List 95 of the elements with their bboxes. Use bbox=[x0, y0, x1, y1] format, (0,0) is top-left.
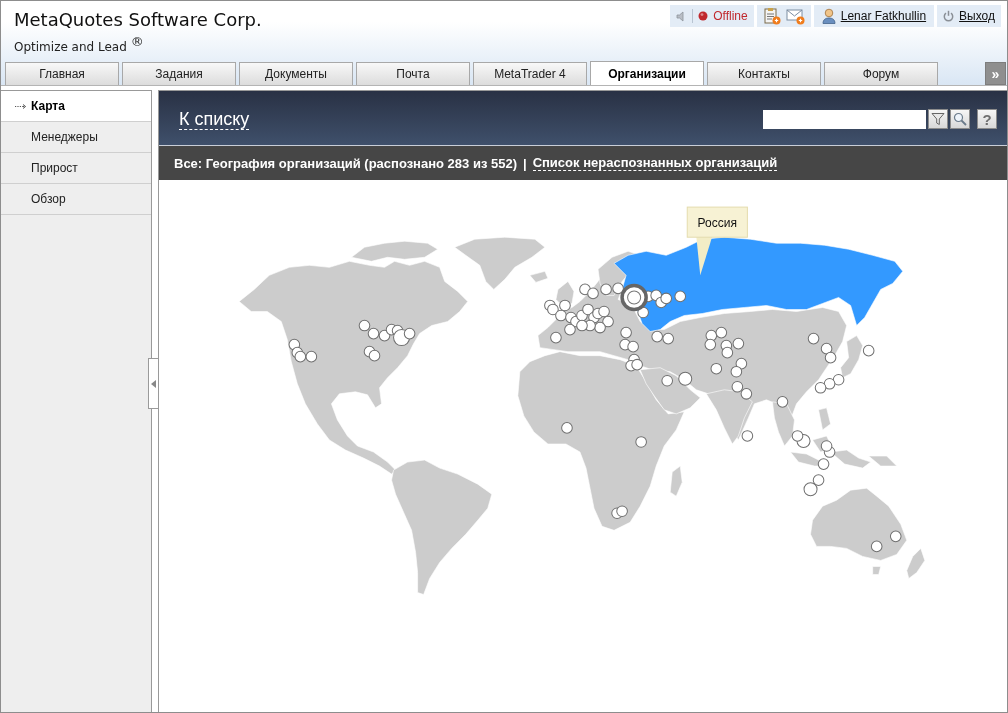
location-marker-icon bbox=[564, 323, 576, 336]
location-marker-icon bbox=[403, 327, 416, 340]
location-marker-icon bbox=[582, 303, 594, 316]
location-marker-icon bbox=[598, 305, 610, 318]
sidebar-item[interactable]: Прирост bbox=[1, 153, 151, 184]
location-marker-icon bbox=[824, 351, 837, 364]
funnel-icon bbox=[931, 112, 945, 126]
location-marker-icon bbox=[721, 346, 734, 359]
mail-icon[interactable] bbox=[785, 7, 805, 25]
unrecognized-list-link[interactable]: Список нераспознанных организаций bbox=[532, 155, 778, 171]
location-marker-icon bbox=[620, 326, 632, 339]
location-marker-icon bbox=[559, 299, 571, 312]
location-marker-icon bbox=[741, 430, 754, 442]
location-marker-icon bbox=[358, 319, 371, 332]
location-marker-icon bbox=[832, 373, 845, 386]
location-marker-icon bbox=[616, 505, 628, 518]
location-marker-icon bbox=[776, 396, 789, 408]
company-name: MetaQuotes Software Corp. bbox=[14, 9, 262, 30]
location-marker-icon bbox=[740, 388, 753, 400]
location-marker-icon bbox=[576, 319, 588, 332]
location-marker-icon bbox=[635, 436, 647, 448]
location-marker-icon bbox=[710, 362, 723, 375]
location-marker-icon bbox=[791, 430, 804, 442]
sidebar-item[interactable]: Карта bbox=[1, 91, 151, 122]
location-marker-icon bbox=[812, 474, 825, 486]
tab[interactable]: Главная bbox=[5, 62, 119, 85]
location-marker-icon bbox=[820, 342, 833, 355]
location-marker-icon bbox=[587, 287, 599, 300]
location-marker-icon bbox=[550, 331, 562, 344]
location-marker-icon bbox=[820, 440, 833, 452]
search-icon bbox=[953, 112, 967, 126]
location-marker-icon bbox=[660, 292, 672, 305]
filter-button[interactable] bbox=[928, 109, 948, 129]
status-text: Offline bbox=[713, 9, 748, 23]
sidebar-item[interactable]: Менеджеры bbox=[1, 122, 151, 153]
location-marker-icon bbox=[735, 357, 748, 370]
splitter-handle[interactable] bbox=[148, 358, 159, 409]
location-marker-icon bbox=[803, 482, 818, 497]
logout-link[interactable]: Выход bbox=[959, 9, 995, 23]
summary-text: Все: География организаций (распознано 283 из 552) bbox=[174, 155, 517, 171]
user-name-link[interactable]: Lenar Fatkhullin bbox=[840, 9, 927, 23]
location-marker-icon bbox=[651, 330, 663, 343]
clipboard-icon[interactable] bbox=[762, 7, 781, 25]
location-marker-icon bbox=[823, 377, 836, 390]
user-icon bbox=[821, 8, 836, 24]
location-marker-icon bbox=[305, 350, 318, 363]
location-marker-icon bbox=[378, 329, 391, 342]
location-marker-icon bbox=[870, 540, 883, 553]
search-field[interactable] bbox=[763, 109, 926, 129]
location-marker-icon bbox=[730, 365, 743, 378]
tab[interactable]: Почта bbox=[356, 62, 470, 85]
location-marker-icon bbox=[814, 381, 827, 394]
tab[interactable]: Контакты bbox=[707, 62, 821, 85]
location-marker-icon bbox=[817, 458, 830, 470]
separator: | bbox=[523, 155, 527, 171]
search-button[interactable] bbox=[950, 109, 970, 129]
location-marker-icon bbox=[731, 380, 744, 393]
location-marker-icon bbox=[662, 332, 674, 345]
location-marker-icon bbox=[631, 358, 643, 371]
location-marker-icon bbox=[547, 303, 559, 316]
tab[interactable]: MetaTrader 4 bbox=[473, 62, 587, 85]
help-button[interactable]: ? bbox=[977, 109, 997, 129]
sidebar-item-label: Менеджеры bbox=[31, 130, 98, 144]
arrow-icon bbox=[15, 104, 26, 109]
location-marker-icon bbox=[674, 290, 687, 303]
location-marker-icon bbox=[704, 338, 717, 351]
location-marker-icon bbox=[627, 340, 639, 353]
location-marker-icon bbox=[294, 350, 307, 363]
tab[interactable]: Задания bbox=[122, 62, 236, 85]
location-marker-icon bbox=[732, 337, 745, 350]
landmass bbox=[872, 566, 881, 575]
location-marker-icon bbox=[367, 327, 380, 340]
location-marker-icon bbox=[889, 530, 902, 543]
sidebar-item-label: Прирост bbox=[31, 161, 78, 175]
location-marker-icon bbox=[807, 332, 820, 345]
highlighted-country[interactable] bbox=[613, 236, 904, 332]
back-link[interactable]: К списку bbox=[179, 108, 250, 130]
location-marker-icon bbox=[862, 344, 875, 357]
location-marker-icon bbox=[678, 371, 693, 386]
power-icon[interactable] bbox=[943, 10, 955, 22]
sidebar-item-label: Карта bbox=[31, 99, 65, 113]
tab[interactable]: Форум bbox=[824, 62, 938, 85]
location-marker-icon bbox=[602, 315, 614, 328]
location-marker-icon bbox=[561, 422, 573, 434]
location-marker-icon bbox=[368, 349, 381, 362]
sidebar-item-label: Обзор bbox=[31, 192, 66, 206]
location-marker-icon bbox=[715, 326, 728, 339]
location-marker-icon bbox=[555, 309, 567, 322]
location-marker-icon bbox=[600, 283, 612, 296]
tab[interactable]: Организации bbox=[590, 61, 704, 85]
sidebar-item[interactable]: Обзор bbox=[1, 184, 151, 215]
country-tooltip: Россия bbox=[686, 206, 748, 276]
tab[interactable]: Документы bbox=[239, 62, 353, 85]
location-marker-icon bbox=[594, 321, 606, 334]
location-marker-icon bbox=[661, 374, 673, 387]
